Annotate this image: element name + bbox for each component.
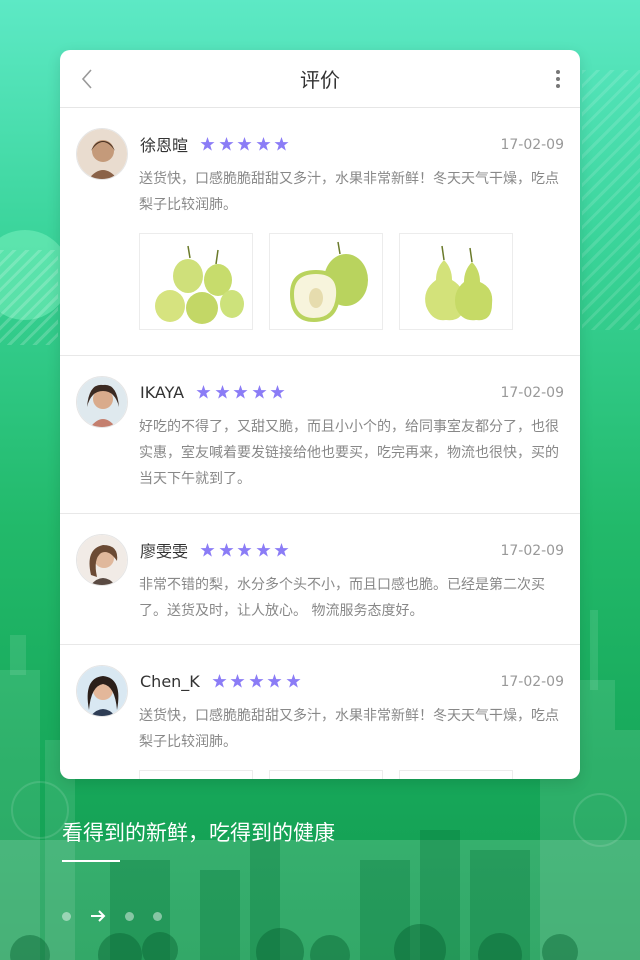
back-button[interactable] bbox=[72, 64, 102, 94]
review-text: 送货快，口感脆脆甜甜又多汁，水果非常新鲜！冬天天气干燥，吃点梨子比较润肺。 bbox=[139, 171, 559, 213]
star-icon bbox=[274, 543, 289, 557]
avatar bbox=[76, 128, 128, 180]
review-date: 17-02-09 bbox=[500, 543, 564, 559]
pear-sliced-photo[interactable] bbox=[269, 233, 383, 330]
star-icon bbox=[219, 543, 234, 557]
star-icon bbox=[219, 137, 234, 151]
avatar bbox=[76, 534, 128, 586]
review-username: 廖雯雯 bbox=[140, 542, 189, 561]
pears-pile-photo[interactable] bbox=[139, 770, 253, 779]
review-text: 非常不错的梨，水分多个头不小，而且口感也脆。已经是第二次买了。送货及时，让人放心… bbox=[139, 577, 545, 619]
more-vertical-icon bbox=[556, 70, 560, 88]
avatar bbox=[76, 665, 128, 717]
more-button[interactable] bbox=[548, 64, 568, 94]
decorative-stripes-right bbox=[582, 70, 640, 330]
page-indicator bbox=[62, 910, 181, 922]
review-date: 17-02-09 bbox=[500, 674, 564, 690]
pears-pair-photo[interactable] bbox=[399, 770, 513, 779]
star-icon bbox=[233, 385, 248, 399]
review-item: IKAYA 17-02-09 好吃的不得了，又甜又脆，而且小小个的，给同事室友都… bbox=[60, 356, 580, 514]
star-icon bbox=[212, 674, 227, 688]
review-item: 徐恩暄 17-02-09 送货快，口感脆脆甜甜又多汁，水果非常新鲜！冬天天气干燥… bbox=[60, 108, 580, 356]
star-icon bbox=[286, 674, 301, 688]
page-dot[interactable] bbox=[153, 911, 162, 921]
reviews-card: 评价 徐恩暄 17-02-09 送货快，口感脆脆甜甜又多汁，水果非常新鲜！冬天天… bbox=[60, 50, 580, 779]
page-dot[interactable] bbox=[62, 911, 71, 921]
pears-pile-photo[interactable] bbox=[139, 233, 253, 330]
star-rating bbox=[196, 385, 289, 399]
header-bar: 评价 bbox=[60, 50, 580, 108]
review-date: 17-02-09 bbox=[500, 385, 564, 401]
review-username: IKAYA bbox=[140, 382, 185, 402]
star-icon bbox=[215, 385, 230, 399]
star-rating bbox=[212, 674, 305, 688]
star-icon bbox=[256, 137, 271, 151]
pears-pair-photo[interactable] bbox=[399, 233, 513, 330]
star-icon bbox=[200, 137, 215, 151]
decorative-stripes-left bbox=[0, 250, 58, 345]
star-icon bbox=[249, 674, 264, 688]
review-item: 廖雯雯 17-02-09 非常不错的梨，水分多个头不小，而且口感也脆。已经是第二… bbox=[60, 514, 580, 645]
review-text: 好吃的不得了，又甜又脆，而且小小个的，给同事室友都分了，也很实惠，室友喊着要发链… bbox=[139, 419, 559, 487]
star-icon bbox=[270, 385, 285, 399]
review-text: 送货快，口感脆脆甜甜又多汁，水果非常新鲜！冬天天气干燥，吃点梨子比较润肺。 bbox=[139, 708, 559, 750]
star-icon bbox=[237, 543, 252, 557]
slogan-underline bbox=[62, 860, 120, 862]
page-title: 评价 bbox=[300, 68, 340, 92]
page-dot-active[interactable] bbox=[90, 910, 106, 922]
review-item: Chen_K 17-02-09 送货快，口感脆脆甜甜又多汁，水果非常新鲜！冬天天… bbox=[60, 645, 580, 779]
chevron-left-icon bbox=[81, 69, 92, 89]
star-rating bbox=[200, 543, 293, 557]
star-icon bbox=[196, 385, 211, 399]
page-dot[interactable] bbox=[125, 911, 134, 921]
arrow-right-icon bbox=[91, 910, 106, 922]
review-photos bbox=[139, 233, 564, 355]
star-icon bbox=[200, 543, 215, 557]
review-date: 17-02-09 bbox=[500, 137, 564, 153]
star-icon bbox=[274, 137, 289, 151]
avatar bbox=[76, 376, 128, 428]
star-icon bbox=[267, 674, 282, 688]
review-username: 徐恩暄 bbox=[140, 136, 189, 155]
review-photos bbox=[139, 770, 564, 779]
star-icon bbox=[230, 674, 245, 688]
star-icon bbox=[256, 543, 271, 557]
star-rating bbox=[200, 137, 293, 151]
pear-sliced-photo[interactable] bbox=[269, 770, 383, 779]
slogan-text: 看得到的新鲜，吃得到的健康 bbox=[62, 821, 335, 845]
star-icon bbox=[252, 385, 267, 399]
star-icon bbox=[237, 137, 252, 151]
review-username: Chen_K bbox=[140, 671, 200, 691]
